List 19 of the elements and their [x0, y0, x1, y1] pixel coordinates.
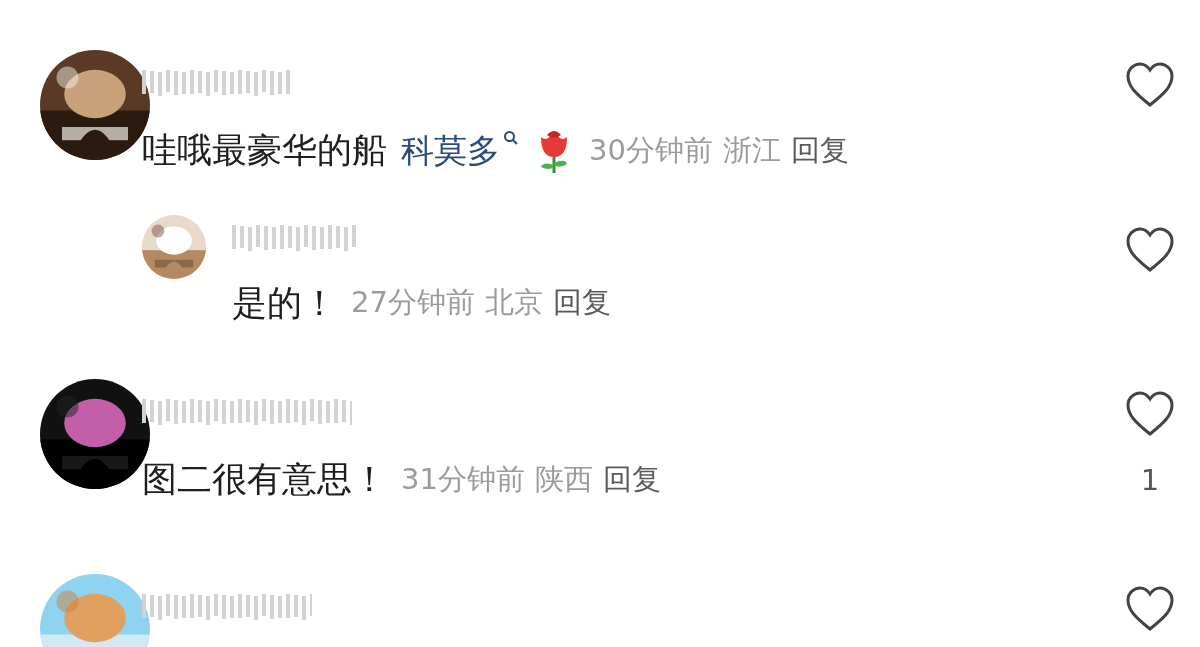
reply-link[interactable]: 回复: [790, 128, 849, 172]
reply-link[interactable]: 回复: [602, 457, 661, 501]
comment-time: 27分钟前: [351, 284, 475, 321]
comment-location: 北京: [484, 284, 543, 321]
comment-time: 30分钟前: [589, 131, 713, 169]
comment-time: 31分钟前: [401, 460, 525, 498]
reply-link[interactable]: 回复: [552, 281, 611, 325]
comment-text: 图二很有意思！: [142, 458, 387, 501]
heart-icon[interactable]: [1125, 391, 1175, 437]
like-count: 1: [1140, 462, 1160, 499]
comment-text: 是的！: [232, 281, 337, 325]
search-icon: [503, 129, 519, 146]
mention-link[interactable]: 科莫多: [401, 125, 519, 175]
comment-location: 陕西: [534, 460, 593, 498]
heart-icon[interactable]: [1125, 585, 1175, 632]
heart-icon[interactable]: [1125, 226, 1175, 273]
comment-location: 浙江: [722, 131, 781, 169]
comment-text: 哇哦最豪华的船: [142, 129, 387, 172]
heart-icon[interactable]: [1125, 62, 1175, 108]
